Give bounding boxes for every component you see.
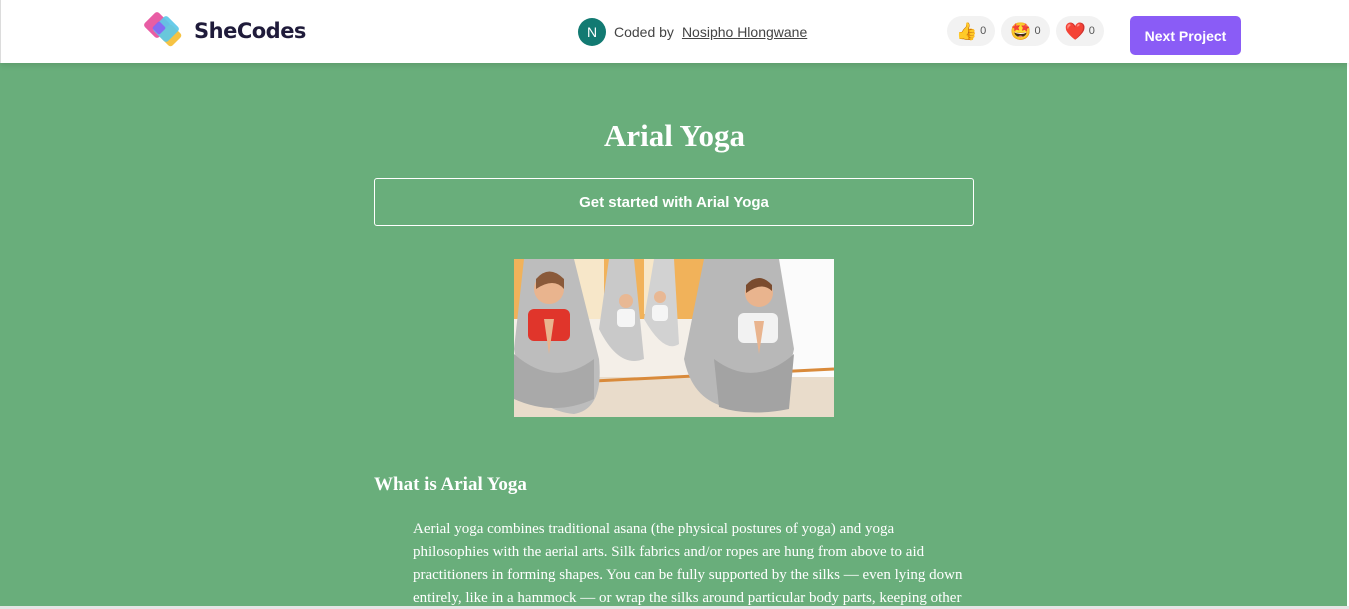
thumbs-up-icon: 👍 — [956, 21, 978, 41]
coded-by-label: Coded by — [614, 24, 674, 40]
next-project-button[interactable]: Next Project — [1130, 16, 1241, 55]
aerial-yoga-image — [514, 259, 834, 417]
logo-text: SheCodes — [194, 19, 306, 43]
reactions-bar: 👍 0 🤩 0 ❤️ 0 — [947, 16, 1104, 46]
reaction-star-struck-button[interactable]: 🤩 0 — [1001, 16, 1050, 46]
heart-icon: ❤️ — [1064, 21, 1086, 41]
reaction-count: 0 — [1088, 25, 1095, 37]
reaction-heart-button[interactable]: ❤️ 0 — [1055, 16, 1104, 46]
reaction-count: 0 — [980, 25, 987, 37]
star-struck-icon: 🤩 — [1010, 21, 1032, 41]
reaction-count: 0 — [1034, 25, 1041, 37]
page-title: Arial Yoga — [604, 118, 745, 153]
reaction-thumbs-up-button[interactable]: 👍 0 — [947, 16, 996, 46]
avatar: N — [578, 18, 606, 46]
get-started-button[interactable]: Get started with Arial Yoga — [374, 178, 974, 226]
project-page: Arial Yoga Get started with Arial Yoga W… — [0, 63, 1349, 609]
section-body: Aerial yoga combines traditional asana (… — [413, 521, 963, 606]
author-credit: N Coded by Nosipho Hlongwane — [578, 18, 807, 46]
top-bar: SheCodes N Coded by Nosipho Hlongwane 👍 … — [0, 0, 1349, 63]
section-title: What is Arial Yoga — [374, 474, 527, 495]
aerial-yoga-photo — [514, 259, 834, 417]
shecodes-logo-icon — [144, 12, 182, 47]
author-link[interactable]: Nosipho Hlongwane — [682, 24, 807, 40]
shecodes-logo[interactable]: SheCodes — [142, 9, 306, 53]
